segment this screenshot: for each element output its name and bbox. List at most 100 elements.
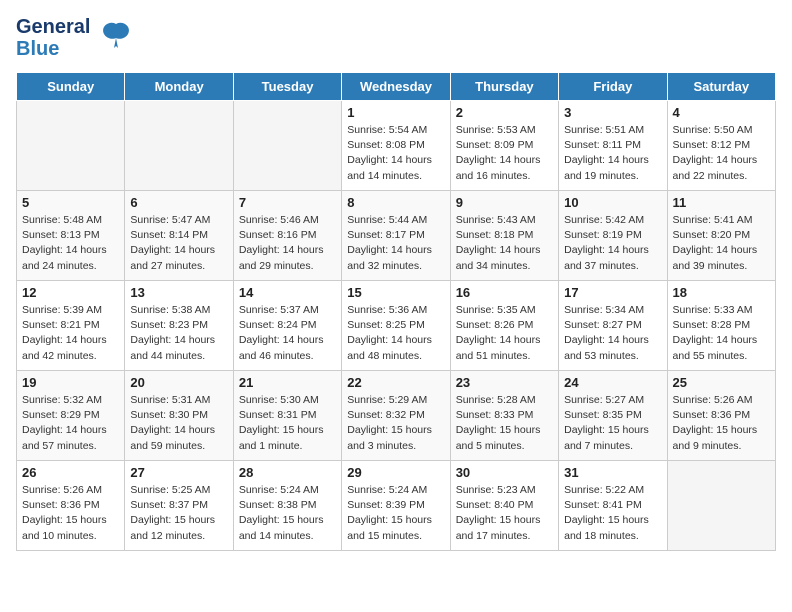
calendar-cell: 26Sunrise: 5:26 AM Sunset: 8:36 PM Dayli… [17,461,125,551]
day-info: Sunrise: 5:33 AM Sunset: 8:28 PM Dayligh… [673,303,770,364]
calendar-cell: 16 Sunrise: 5:35 AM Sunset: 8:26 PM Dayli… [450,281,558,371]
calendar-cell [233,101,341,191]
day-number: 15 [347,285,444,300]
calendar-cell: 27 Sunrise: 5:25 AM Sunset: 8:37 PM Dayli… [125,461,233,551]
calendar-cell: 12 Sunrise: 5:39 AM Sunset: 8:21 PM Dayli… [17,281,125,371]
calendar-week-3: 12 Sunrise: 5:39 AM Sunset: 8:21 PM Dayli… [17,281,776,371]
day-info: Sunrise: 5:43 AM Sunset: 8:18 PM Dayligh… [456,213,553,274]
calendar-cell: 6Sunrise: 5:47 AM Sunset: 8:14 PM Daylig… [125,191,233,281]
calendar-cell: 19Sunrise: 5:32 AM Sunset: 8:29 PM Dayli… [17,371,125,461]
day-number: 27 [130,465,227,480]
day-info: Sunrise: 5:48 AM Sunset: 8:13 PM Dayligh… [22,213,119,274]
day-number: 11 [673,195,770,210]
day-header-sunday: Sunday [17,73,125,101]
day-header-thursday: Thursday [450,73,558,101]
day-info: Sunrise: 5:32 AM Sunset: 8:29 PM Dayligh… [22,393,119,454]
calendar-week-1: 1 Sunrise: 5:54 AM Sunset: 8:08 PM Daylig… [17,101,776,191]
day-header-tuesday: Tuesday [233,73,341,101]
calendar-table: SundayMondayTuesdayWednesdayThursdayFrid… [16,72,776,551]
calendar-cell: 5Sunrise: 5:48 AM Sunset: 8:13 PM Daylig… [17,191,125,281]
calendar-cell: 9 Sunrise: 5:43 AM Sunset: 8:18 PM Daylig… [450,191,558,281]
day-info: Sunrise: 5:29 AM Sunset: 8:32 PM Dayligh… [347,393,444,454]
day-number: 8 [347,195,444,210]
day-number: 18 [673,285,770,300]
calendar-cell: 11 Sunrise: 5:41 AM Sunset: 8:20 PM Dayli… [667,191,775,281]
day-info: Sunrise: 5:37 AM Sunset: 8:24 PM Dayligh… [239,303,336,364]
day-info: Sunrise: 5:51 AM Sunset: 8:11 PM Dayligh… [564,123,661,184]
day-info: Sunrise: 5:34 AM Sunset: 8:27 PM Dayligh… [564,303,661,364]
calendar-cell: 13Sunrise: 5:38 AM Sunset: 8:23 PM Dayli… [125,281,233,371]
calendar-cell: 15 Sunrise: 5:36 AM Sunset: 8:25 PM Dayli… [342,281,450,371]
logo: General Blue [16,16,134,60]
day-info: Sunrise: 5:54 AM Sunset: 8:08 PM Dayligh… [347,123,444,184]
day-number: 7 [239,195,336,210]
day-number: 9 [456,195,553,210]
calendar-cell [125,101,233,191]
day-number: 22 [347,375,444,390]
day-number: 16 [456,285,553,300]
logo-text-general: General [16,16,90,38]
day-info: Sunrise: 5:39 AM Sunset: 8:21 PM Dayligh… [22,303,119,364]
day-info: Sunrise: 5:53 AM Sunset: 8:09 PM Dayligh… [456,123,553,184]
calendar-cell: 3 Sunrise: 5:51 AM Sunset: 8:11 PM Daylig… [559,101,667,191]
day-number: 31 [564,465,661,480]
logo-text-blue: Blue [16,38,90,60]
day-info: Sunrise: 5:41 AM Sunset: 8:20 PM Dayligh… [673,213,770,274]
day-header-monday: Monday [125,73,233,101]
day-number: 28 [239,465,336,480]
day-number: 10 [564,195,661,210]
calendar-cell [667,461,775,551]
day-info: Sunrise: 5:46 AM Sunset: 8:16 PM Dayligh… [239,213,336,274]
calendar-cell: 4Sunrise: 5:50 AM Sunset: 8:12 PM Daylig… [667,101,775,191]
calendar-cell: 17Sunrise: 5:34 AM Sunset: 8:27 PM Dayli… [559,281,667,371]
calendar-cell: 2 Sunrise: 5:53 AM Sunset: 8:09 PM Daylig… [450,101,558,191]
day-number: 29 [347,465,444,480]
day-number: 21 [239,375,336,390]
day-number: 30 [456,465,553,480]
day-info: Sunrise: 5:35 AM Sunset: 8:26 PM Dayligh… [456,303,553,364]
calendar-cell: 1 Sunrise: 5:54 AM Sunset: 8:08 PM Daylig… [342,101,450,191]
day-info: Sunrise: 5:28 AM Sunset: 8:33 PM Dayligh… [456,393,553,454]
day-number: 20 [130,375,227,390]
calendar-cell: 24Sunrise: 5:27 AM Sunset: 8:35 PM Dayli… [559,371,667,461]
day-number: 13 [130,285,227,300]
day-header-friday: Friday [559,73,667,101]
day-number: 12 [22,285,119,300]
calendar-week-2: 5Sunrise: 5:48 AM Sunset: 8:13 PM Daylig… [17,191,776,281]
day-number: 25 [673,375,770,390]
calendar-cell: 7 Sunrise: 5:46 AM Sunset: 8:16 PM Daylig… [233,191,341,281]
day-header-saturday: Saturday [667,73,775,101]
day-info: Sunrise: 5:25 AM Sunset: 8:37 PM Dayligh… [130,483,227,544]
day-number: 1 [347,105,444,120]
calendar-cell: 29 Sunrise: 5:24 AM Sunset: 8:39 PM Dayli… [342,461,450,551]
day-number: 23 [456,375,553,390]
day-number: 3 [564,105,661,120]
calendar-cell: 10 Sunrise: 5:42 AM Sunset: 8:19 PM Dayli… [559,191,667,281]
calendar-cell: 28 Sunrise: 5:24 AM Sunset: 8:38 PM Dayli… [233,461,341,551]
day-info: Sunrise: 5:23 AM Sunset: 8:40 PM Dayligh… [456,483,553,544]
calendar-cell: 25 Sunrise: 5:26 AM Sunset: 8:36 PM Dayli… [667,371,775,461]
calendar-cell: 22 Sunrise: 5:29 AM Sunset: 8:32 PM Dayli… [342,371,450,461]
day-number: 14 [239,285,336,300]
calendar-cell: 18 Sunrise: 5:33 AM Sunset: 8:28 PM Dayli… [667,281,775,371]
day-number: 6 [130,195,227,210]
day-number: 2 [456,105,553,120]
calendar-cell: 20 Sunrise: 5:31 AM Sunset: 8:30 PM Dayli… [125,371,233,461]
day-info: Sunrise: 5:36 AM Sunset: 8:25 PM Dayligh… [347,303,444,364]
calendar-header-row: SundayMondayTuesdayWednesdayThursdayFrid… [17,73,776,101]
page-header: General Blue [16,16,776,60]
logo-bird-icon [98,18,134,59]
calendar-cell: 14 Sunrise: 5:37 AM Sunset: 8:24 PM Dayli… [233,281,341,371]
day-info: Sunrise: 5:42 AM Sunset: 8:19 PM Dayligh… [564,213,661,274]
day-number: 24 [564,375,661,390]
day-info: Sunrise: 5:24 AM Sunset: 8:39 PM Dayligh… [347,483,444,544]
day-info: Sunrise: 5:50 AM Sunset: 8:12 PM Dayligh… [673,123,770,184]
day-info: Sunrise: 5:31 AM Sunset: 8:30 PM Dayligh… [130,393,227,454]
calendar-cell: 8Sunrise: 5:44 AM Sunset: 8:17 PM Daylig… [342,191,450,281]
day-number: 26 [22,465,119,480]
calendar-cell [17,101,125,191]
day-info: Sunrise: 5:22 AM Sunset: 8:41 PM Dayligh… [564,483,661,544]
calendar-cell: 31 Sunrise: 5:22 AM Sunset: 8:41 PM Dayli… [559,461,667,551]
day-info: Sunrise: 5:24 AM Sunset: 8:38 PM Dayligh… [239,483,336,544]
day-info: Sunrise: 5:26 AM Sunset: 8:36 PM Dayligh… [673,393,770,454]
